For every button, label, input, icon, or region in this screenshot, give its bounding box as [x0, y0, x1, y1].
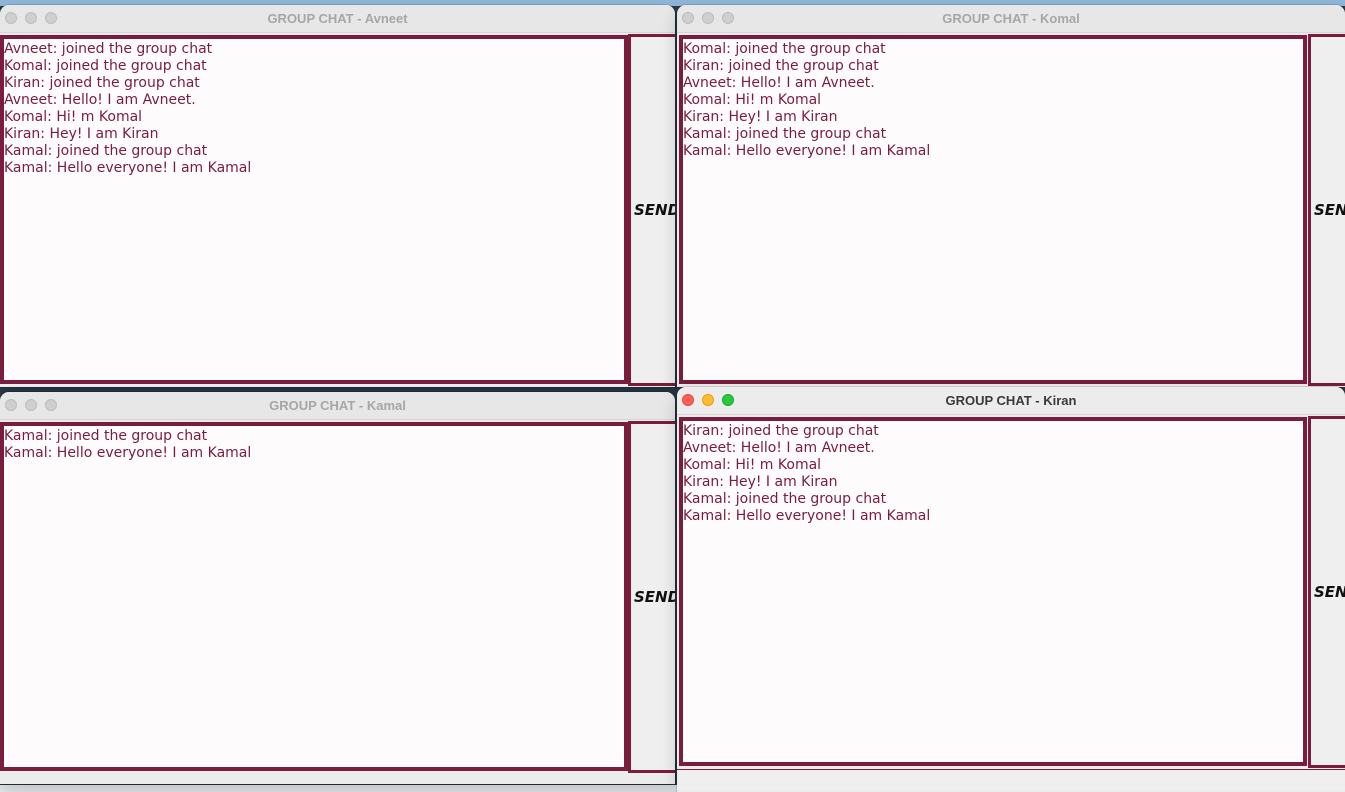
chat-message: Kamal: Hello everyone! I am Kamal — [4, 445, 252, 461]
window-title: GROUP CHAT - Kiran — [945, 393, 1077, 408]
chat-message: Kamal: joined the group chat — [4, 143, 208, 159]
chat-message: Komal: joined the group chat — [4, 58, 207, 74]
chat-message: Kiran: Hey! I am Kiran — [683, 474, 838, 490]
chat-log[interactable]: Kamal: joined the group chat Kamal: Hello… — [0, 422, 628, 771]
window-titlebar[interactable]: GROUP CHAT - Kamal — [0, 392, 675, 420]
send-button[interactable]: SEND — [1308, 34, 1345, 386]
chat-window-avneet: GROUP CHAT - Avneet Avneet: joined the g… — [0, 5, 675, 387]
chat-message: Komal: Hi! m Komal — [4, 109, 143, 125]
chat-message: Kiran: Hey! I am Kiran — [683, 109, 838, 125]
window-titlebar[interactable]: GROUP CHAT - Avneet — [0, 5, 675, 33]
chat-log[interactable]: Avneet: joined the group chat Komal: join… — [0, 35, 628, 384]
send-button[interactable]: SEND — [628, 421, 675, 773]
chat-message: Kiran: joined the group chat — [683, 58, 879, 74]
chat-message: Avneet: joined the group chat — [4, 41, 213, 57]
chat-message: Avneet: Hello! I am Avneet. — [683, 440, 875, 456]
chat-window-komal: GROUP CHAT - Komal Komal: joined the gro… — [677, 5, 1345, 387]
chat-message: Avneet: Hello! I am Avneet. — [4, 92, 196, 108]
chat-message: Komal: joined the group chat — [683, 41, 886, 57]
send-button-label: SEND — [1314, 201, 1345, 219]
chat-window-kiran: GROUP CHAT - Kiran Kiran: joined the gro… — [677, 387, 1345, 792]
chat-message: Kiran: joined the group chat — [683, 423, 879, 439]
chat-message: Kamal: joined the group chat — [683, 491, 887, 507]
window-titlebar[interactable]: GROUP CHAT - Komal — [677, 5, 1345, 33]
chat-message: Kamal: Hello everyone! I am Kamal — [683, 508, 931, 524]
window-title: GROUP CHAT - Komal — [942, 11, 1080, 26]
chat-message: Kamal: joined the group chat — [683, 126, 887, 142]
send-button-label: SEND — [634, 201, 675, 219]
message-list: Kamal: joined the group chat Kamal: Hello… — [4, 426, 624, 462]
send-button-label: SEND — [1314, 583, 1345, 601]
chat-log[interactable]: Kiran: joined the group chat Avneet: Hell… — [679, 417, 1307, 766]
window-title: GROUP CHAT - Avneet — [267, 11, 408, 26]
chat-window-kamal: GROUP CHAT - Kamal Kamal: joined the gro… — [0, 392, 675, 784]
message-list: Avneet: joined the group chat Komal: join… — [4, 39, 624, 177]
message-list: Kiran: joined the group chat Avneet: Hell… — [683, 421, 1303, 525]
chat-message: Kamal: Hello everyone! I am Kamal — [683, 143, 931, 159]
chat-message: Komal: Hi! m Komal — [683, 92, 822, 108]
send-button-label: SEND — [634, 588, 675, 606]
window-titlebar[interactable]: GROUP CHAT - Kiran — [677, 387, 1345, 415]
chat-message: Kamal: joined the group chat — [4, 428, 208, 444]
send-button[interactable]: SEND — [628, 34, 675, 386]
window-title: GROUP CHAT - Kamal — [269, 398, 406, 413]
send-button[interactable]: SEND — [1308, 416, 1345, 768]
message-list: Komal: joined the group chat Kiran: joine… — [683, 39, 1303, 160]
chat-message: Komal: Hi! m Komal — [683, 457, 822, 473]
chat-message: Kamal: Hello everyone! I am Kamal — [4, 160, 252, 176]
chat-log[interactable]: Komal: joined the group chat Kiran: joine… — [679, 35, 1307, 384]
chat-message: Avneet: Hello! I am Avneet. — [683, 75, 875, 91]
chat-message: Kiran: joined the group chat — [4, 75, 200, 91]
message-input-field[interactable] — [677, 769, 1345, 790]
chat-message: Kiran: Hey! I am Kiran — [4, 126, 159, 142]
